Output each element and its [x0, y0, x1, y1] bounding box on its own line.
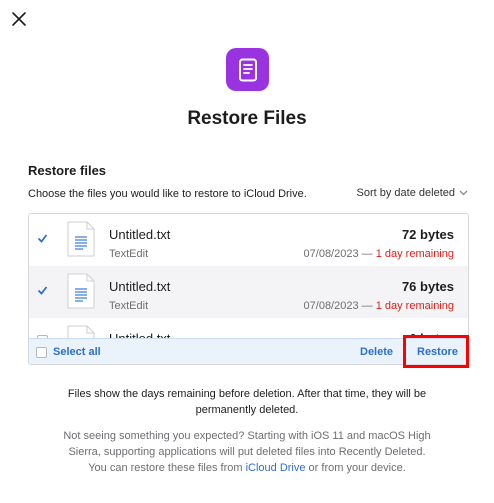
file-app: TextEdit — [109, 248, 149, 260]
file-meta: 07/08/2023 — 1 day remaining — [304, 300, 454, 312]
file-name: Untitled.txt — [109, 279, 171, 294]
text-file-icon — [67, 273, 95, 309]
document-icon — [238, 58, 257, 81]
checkbox-box[interactable] — [36, 346, 47, 358]
select-all-label[interactable]: Select all — [53, 346, 101, 358]
row-checkbox[interactable] — [37, 231, 48, 243]
deleted-date: 07/08/2023 — [303, 248, 359, 260]
icloud-drive-link[interactable]: iCloud Drive — [246, 462, 306, 474]
days-remaining: 1 day remaining — [375, 248, 454, 260]
file-app: TextEdit — [109, 300, 149, 312]
page-title: Restore Files — [187, 108, 307, 129]
file-row[interactable]: Untitled.txt TextEdit 76 bytes 07/08/202… — [29, 266, 468, 318]
file-size: 72 bytes — [401, 227, 454, 242]
app-icon — [226, 48, 269, 91]
text-file-icon — [67, 221, 95, 257]
help-text: Not seeing something you expected? Start… — [60, 428, 434, 476]
deleted-date: 07/08/2023 — [303, 300, 359, 312]
meta-separator: — — [358, 300, 376, 312]
days-remaining: 1 day remaining — [375, 300, 454, 312]
file-meta: 07/08/2023 — 1 day remaining — [304, 248, 454, 260]
chevron-down-icon — [459, 188, 468, 198]
file-size: 76 bytes — [401, 279, 454, 294]
row-checkbox[interactable] — [37, 283, 48, 295]
sort-label: Sort by date deleted — [356, 187, 455, 199]
sort-dropdown[interactable]: Sort by date deleted — [357, 187, 468, 199]
delete-button[interactable]: Delete — [360, 346, 393, 358]
file-name: Untitled.txt — [109, 227, 171, 242]
instructions-text: Choose the files you would like to resto… — [28, 188, 307, 200]
close-button[interactable] — [10, 10, 28, 28]
close-icon — [12, 12, 26, 26]
select-all-checkbox[interactable]: Select all — [36, 346, 101, 358]
deletion-notice: Files show the days remaining before del… — [67, 388, 427, 416]
meta-separator: — — [358, 248, 376, 260]
restore-highlight-box — [403, 335, 469, 368]
file-row[interactable]: Untitled.txt TextEdit 72 bytes 07/08/202… — [29, 214, 468, 266]
section-title: Restore files — [28, 163, 107, 178]
help-text-after: or from your device. — [305, 462, 406, 474]
